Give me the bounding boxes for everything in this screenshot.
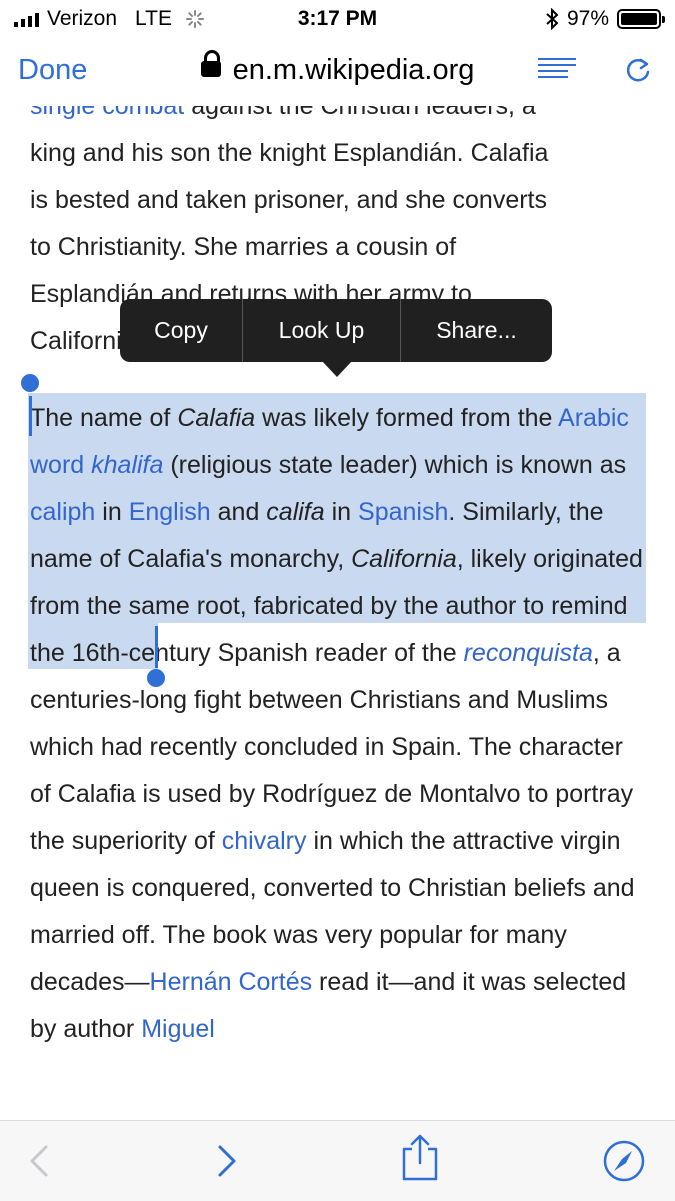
reload-icon[interactable] <box>624 56 652 84</box>
bluetooth-icon <box>546 8 559 30</box>
browser-toolbar <box>0 1120 675 1201</box>
reader-view-icon[interactable] <box>538 58 576 84</box>
link-hernan-cortes[interactable]: Hernán Cortés <box>150 968 313 996</box>
link-miguel[interactable]: Miguel <box>141 1015 215 1043</box>
article-paragraph-selected[interactable]: The name of Calafia was likely formed fr… <box>30 395 650 1053</box>
share-icon[interactable] <box>398 1133 442 1183</box>
status-bar: Verizon LTE 3:17 PM 97% <box>0 0 675 40</box>
text-line: king and his son the knight Esplandián. … <box>30 139 549 167</box>
link-single-combat[interactable]: single combat <box>30 106 184 120</box>
safari-compass-icon[interactable] <box>602 1139 646 1183</box>
link-caliph[interactable]: caliph <box>30 498 95 526</box>
link-chivalry[interactable]: chivalry <box>222 827 307 855</box>
article-content: single combat against the Christian lead… <box>0 106 675 1120</box>
forward-icon[interactable] <box>204 1139 248 1183</box>
selection-end-handle[interactable] <box>147 669 165 687</box>
back-icon[interactable] <box>20 1139 64 1183</box>
link-spanish[interactable]: Spanish <box>358 498 448 526</box>
share-menu-item[interactable]: Share... <box>401 299 552 362</box>
selection-start-caret <box>29 396 32 436</box>
browser-address-bar: Done en.m.wikipedia.org <box>0 40 675 106</box>
status-right: 97% <box>545 7 665 31</box>
text-line: is bested and taken prisoner, and she co… <box>30 186 547 214</box>
text-line: to Christianity. She marries a cousin of <box>30 233 457 261</box>
selection-start-handle[interactable] <box>21 374 39 392</box>
lock-icon <box>200 50 221 78</box>
battery-icon <box>617 9 665 29</box>
url-text: en.m.wikipedia.org <box>232 54 475 86</box>
link-reconquista[interactable]: reconquista <box>464 639 593 667</box>
look-up-menu-item[interactable]: Look Up <box>243 299 400 362</box>
copy-menu-item[interactable]: Copy <box>120 299 242 362</box>
selection-end-caret <box>155 626 158 668</box>
battery-percent: 97% <box>566 7 609 30</box>
selection-context-menu: Copy Look Up Share... <box>120 299 552 362</box>
context-menu-pointer <box>322 361 352 377</box>
link-english[interactable]: English <box>129 498 211 526</box>
text-line: single combat against the Christian lead… <box>30 106 650 130</box>
